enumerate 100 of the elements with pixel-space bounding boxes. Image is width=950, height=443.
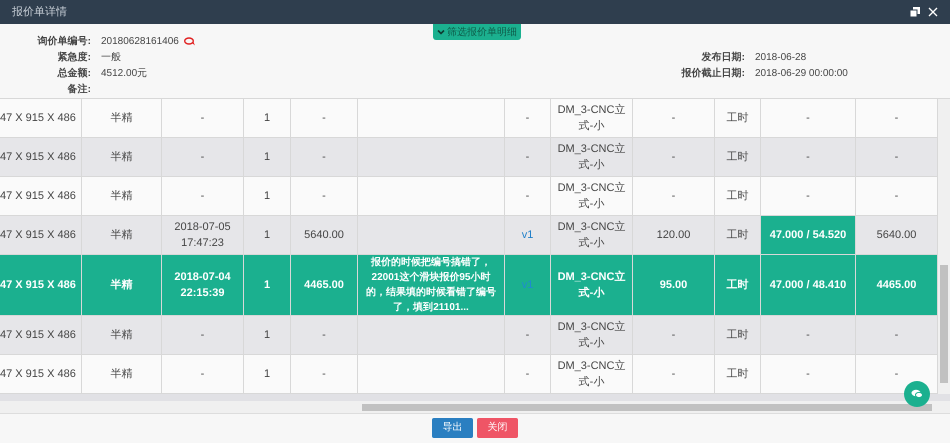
chevron-down-icon — [437, 28, 445, 36]
table-cell-text: 工时 — [726, 111, 748, 126]
horizontal-scrollbar[interactable] — [0, 401, 950, 414]
table-cell-text: 1 — [264, 150, 270, 165]
table-cell-text: - — [322, 189, 326, 204]
table-cell-text: 工时 — [726, 328, 748, 343]
table-cell-text: 工时 — [726, 189, 748, 204]
field-label: 紧急度: — [56, 50, 91, 64]
close-icon[interactable] — [928, 7, 938, 17]
table-cell-text: DM_3-CNC立式-小 — [556, 142, 626, 173]
table-row[interactable]: 47 X 915 X 486 半精 - 1 - - DM_3-CNC立式-小 - 工时 - - — [0, 316, 938, 355]
field-label: 发布日期: — [700, 50, 745, 64]
table-cell-text: 1 — [264, 228, 270, 243]
table-cell-text: DM_3-CNC立式-小 — [556, 220, 626, 251]
window-title: 报价单详情 — [12, 4, 67, 20]
chat-bubbles-icon[interactable] — [184, 36, 196, 46]
field-value: 一般 — [101, 50, 121, 64]
table-cell-text: 95.00 — [660, 278, 688, 293]
restore-icon[interactable] — [910, 7, 920, 17]
table-cell-text: DM_3-CNC立式-小 — [556, 320, 626, 351]
table-cell-text: 半精 — [110, 111, 132, 126]
table-cell-text: - — [200, 189, 204, 204]
field-label: 报价截止日期: — [680, 66, 745, 80]
table-cell-text: - — [672, 189, 676, 204]
table-cell-text: 47 X 915 X 486 — [0, 111, 76, 126]
table-row[interactable]: 47 X 915 X 486 半精 - 1 - - DM_3-CNC立式-小 - 工时 - - — [0, 355, 938, 394]
table-row[interactable]: 47 X 915 X 486 半精 - 1 - - DM_3-CNC立式-小 - 工时 - - — [0, 99, 938, 138]
table-cell-text: - — [322, 150, 326, 165]
vertical-scrollbar[interactable] — [938, 99, 950, 394]
export-button[interactable]: 导出 — [432, 418, 473, 438]
field-label: 询价单编号: — [36, 34, 91, 48]
table-cell-text: - — [806, 328, 810, 343]
table-row[interactable]: 47 X 915 X 486 半精 - 1 - - DM_3-CNC立式-小 - 工时 - - — [0, 138, 938, 177]
table-cell-text: 47 X 915 X 486 — [0, 328, 76, 343]
field-value: 2018-06-28 — [755, 50, 808, 64]
table-cell-text: 半精 — [110, 150, 132, 165]
table-cell-text: 半精 — [110, 228, 132, 243]
table-cell-text: 47 X 915 X 486 — [0, 228, 76, 243]
table-cell-text: 47 X 915 X 486 — [0, 367, 76, 382]
table-cell-text: - — [526, 189, 530, 204]
table-row[interactable]: 47 X 915 X 486 半精 2018-07-05 17:47:23 1 5640.00 v1 DM_3-CNC立式-小 120.00 工时 47.000 / 54.520 5640.00 — [0, 216, 938, 255]
table-cell-text: 5640.00 — [876, 228, 916, 243]
table-cell-text: - — [672, 328, 676, 343]
table-cell-text: - — [200, 111, 204, 126]
table-cell-text: 1 — [264, 111, 270, 126]
field-value: 4512.00元 — [101, 66, 148, 80]
field-label: 总金额: — [56, 66, 91, 80]
table-cell-text: DM_3-CNC立式-小 — [556, 358, 626, 390]
table-cell-text: - — [672, 111, 676, 126]
table-cell-text: - — [806, 150, 810, 165]
table-cell-text: 1 — [264, 367, 270, 382]
table-cell-text: - — [672, 150, 676, 165]
table-cell-text: 47.000 / 48.410 — [770, 278, 846, 293]
field-value: 20180628161406 — [101, 34, 179, 48]
table-cell-text: - — [322, 111, 326, 126]
table-cell-text: - — [806, 367, 810, 382]
table-cell-text: - — [322, 328, 326, 343]
field-label: 备注: — [66, 82, 91, 96]
table-cell-text: 47.000 / 54.520 — [770, 228, 846, 243]
table-cell-text: - — [200, 328, 204, 343]
table-row[interactable]: 47 X 915 X 486 半精 - 1 - - DM_3-CNC立式-小 - 工时 - - — [0, 177, 938, 216]
chat-icon — [911, 389, 923, 399]
table-cell-text: 半精 — [110, 189, 132, 204]
table-cell-text: 120.00 — [656, 228, 690, 243]
table-cell-text: - — [526, 367, 530, 382]
table-cell-text: 2018-07-04 22:15:39 — [173, 270, 232, 301]
table-cell-text: - — [806, 111, 810, 126]
table-cell-text: - — [894, 367, 898, 382]
table-cell-text: - — [672, 367, 676, 382]
table-cell-text: 半精 — [110, 367, 132, 382]
table-cell-text: - — [322, 367, 326, 382]
table-cell-text: - — [894, 189, 898, 204]
table-cell-text: - — [894, 328, 898, 343]
table-cell-text: DM_3-CNC立式-小 — [556, 180, 626, 212]
table-cell-text: 报价的时候把编号搞错了，22001这个滑块报价95小时的，结果填的时候看错了编号了，填到21101... — [365, 256, 497, 315]
table-cell-text: - — [200, 367, 204, 382]
table-cell-text: 2018-07-05 17:47:23 — [173, 220, 232, 251]
table-cell-text: 47 X 915 X 486 — [0, 278, 76, 293]
table-cell-text: 工时 — [726, 228, 748, 243]
table-cell-text: - — [894, 150, 898, 165]
table-cell-text: DM_3-CNC立式-小 — [556, 102, 626, 134]
table-cell-text: 工时 — [726, 150, 748, 165]
table-cell-text: 1 — [264, 278, 270, 293]
table-cell-text: DM_3-CNC立式-小 — [556, 270, 626, 301]
table-cell-text: - — [526, 150, 530, 165]
table-cell-text: 半精 — [110, 328, 132, 343]
table-cell-text: 47 X 915 X 486 — [0, 150, 76, 165]
table-cell-text: 1 — [264, 328, 270, 343]
table-cell-text: 4465.00 — [876, 278, 916, 293]
table-cell-text: - — [894, 111, 898, 126]
field-value: 2018-06-29 00:00:00 — [755, 66, 849, 80]
table-cell-text: - — [200, 150, 204, 165]
table-cell-text: - — [526, 111, 530, 126]
table-cell-text: 4465.00 — [304, 278, 344, 293]
table-cell-text: 工时 — [726, 367, 748, 382]
table-cell-text: - — [526, 328, 530, 343]
table-cell-text: 半精 — [110, 278, 132, 293]
table-cell-text: - — [806, 189, 810, 204]
table-cell-text: 工时 — [726, 278, 748, 293]
table-cell-text: 1 — [264, 189, 270, 204]
